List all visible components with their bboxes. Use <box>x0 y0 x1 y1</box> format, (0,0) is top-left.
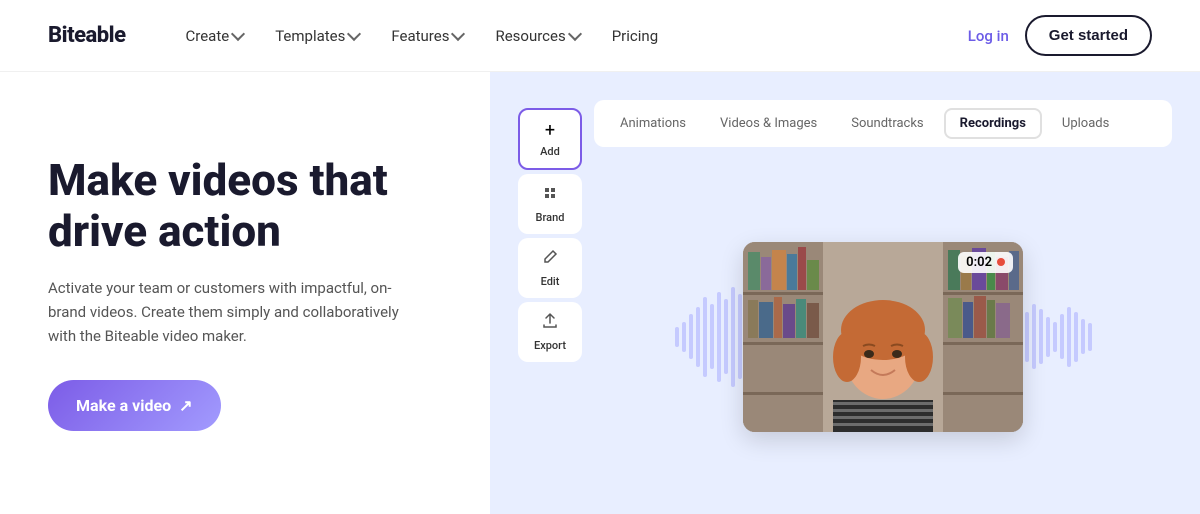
tab-recordings[interactable]: Recordings <box>944 108 1042 139</box>
nav-templates-label: Templates <box>275 27 345 45</box>
tool-add[interactable]: + Add <box>518 108 582 170</box>
wave-bar <box>689 314 693 359</box>
tool-export[interactable]: Export <box>518 302 582 362</box>
recording-area: 0:02 <box>594 159 1172 514</box>
nav-links: Create Templates Features Resources Pric… <box>174 19 968 53</box>
wave-bar <box>1025 312 1029 362</box>
tab-uploads[interactable]: Uploads <box>1048 110 1123 137</box>
nav-item-templates[interactable]: Templates <box>263 19 371 53</box>
brand-icon <box>541 184 559 207</box>
recording-dot-icon <box>997 258 1005 266</box>
chevron-down-icon <box>451 27 465 41</box>
tab-animations[interactable]: Animations <box>606 110 700 137</box>
right-panel: + Add Brand <box>490 72 1200 514</box>
editor-container: + Add Brand <box>518 100 1172 514</box>
content-area: Animations Videos & Images Soundtracks R… <box>594 100 1172 514</box>
cta-button[interactable]: Make a video ↗ <box>48 380 221 431</box>
video-timer: 0:02 <box>958 252 1013 273</box>
nav-resources-label: Resources <box>495 27 565 45</box>
nav-right: Log in Get started <box>968 15 1152 56</box>
tool-brand[interactable]: Brand <box>518 174 582 234</box>
sidebar-tools: + Add Brand <box>518 100 582 514</box>
wave-bar <box>1074 312 1078 362</box>
plus-icon: + <box>545 120 555 141</box>
main-content: Make videos that drive action Activate y… <box>0 72 1200 514</box>
wave-bar <box>1088 323 1092 351</box>
wave-bar <box>1067 307 1071 367</box>
wave-bar <box>1053 322 1057 352</box>
arrow-icon: ↗ <box>179 396 192 415</box>
wave-bar <box>1032 304 1036 369</box>
wave-bar <box>724 299 728 374</box>
chevron-down-icon <box>231 27 245 41</box>
tool-brand-label: Brand <box>536 211 565 224</box>
tab-bar: Animations Videos & Images Soundtracks R… <box>594 100 1172 147</box>
hero-section: Make videos that drive action Activate y… <box>0 72 490 514</box>
nav-pricing-label: Pricing <box>612 27 658 45</box>
video-preview: 0:02 <box>743 242 1023 432</box>
wave-bar <box>1039 309 1043 364</box>
wave-bar <box>696 307 700 367</box>
tool-add-label: Add <box>540 145 560 158</box>
navbar: Biteable Create Templates Features Resou… <box>0 0 1200 72</box>
tool-edit-label: Edit <box>541 275 560 288</box>
tool-export-label: Export <box>534 339 566 352</box>
login-button[interactable]: Log in <box>968 27 1009 45</box>
edit-icon <box>541 248 559 271</box>
get-started-button[interactable]: Get started <box>1025 15 1152 56</box>
wave-bar <box>738 294 742 379</box>
nav-item-features[interactable]: Features <box>379 19 475 53</box>
nav-features-label: Features <box>391 27 449 45</box>
wave-bar <box>717 292 721 382</box>
hero-subtitle: Activate your team or customers with imp… <box>48 276 428 348</box>
hero-title: Make videos that drive action <box>48 155 442 256</box>
chevron-down-icon <box>568 27 582 41</box>
wave-bar <box>1081 319 1085 354</box>
wave-bar <box>731 287 735 387</box>
nav-item-resources[interactable]: Resources <box>483 19 591 53</box>
wave-bar <box>710 304 714 369</box>
wave-bar <box>675 327 679 347</box>
wave-bar <box>1060 314 1064 359</box>
tab-videos-images[interactable]: Videos & Images <box>706 110 831 137</box>
wave-bar <box>682 322 686 352</box>
nav-item-create[interactable]: Create <box>174 19 256 53</box>
tab-soundtracks[interactable]: Soundtracks <box>837 110 937 137</box>
export-icon <box>541 312 559 335</box>
wave-bar <box>1046 317 1050 357</box>
chevron-down-icon <box>347 27 361 41</box>
wave-bar <box>703 297 707 377</box>
cta-label: Make a video <box>76 396 171 415</box>
tool-edit[interactable]: Edit <box>518 238 582 298</box>
nav-create-label: Create <box>186 27 230 45</box>
timer-value: 0:02 <box>966 255 992 270</box>
nav-item-pricing[interactable]: Pricing <box>600 19 670 53</box>
brand-logo[interactable]: Biteable <box>48 23 126 48</box>
